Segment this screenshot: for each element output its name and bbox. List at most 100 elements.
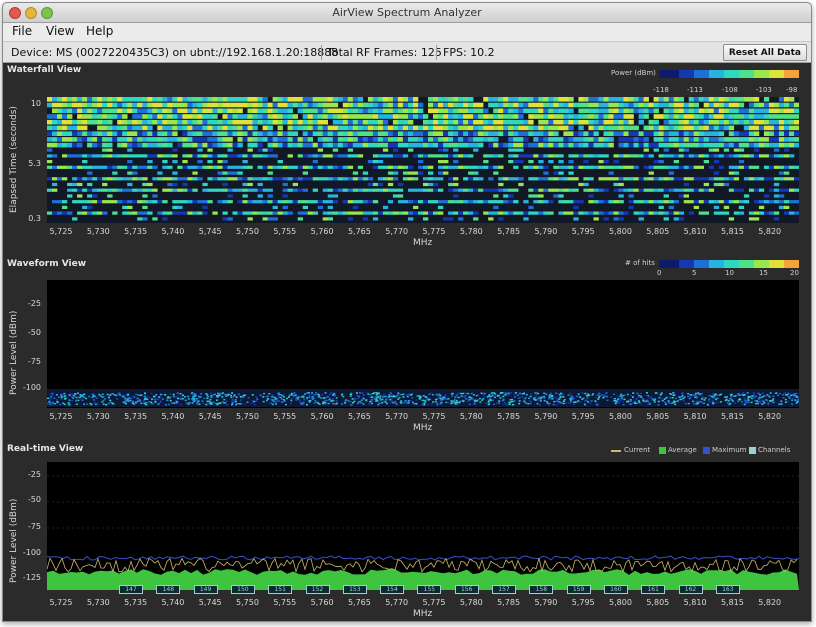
waterfall-cell [52,177,58,181]
waveform-hit [290,392,293,395]
waterfall-cell [598,211,604,215]
waterfall-cell [257,165,263,169]
waterfall-cell [453,177,459,181]
waterfall-cell [773,217,780,221]
waveform-hit [513,403,516,406]
waterfall-cell [408,165,414,169]
waveform-hit [487,401,490,404]
waterfall-cell [418,154,424,158]
waterfall-cell [773,165,780,169]
waterfall-cell [382,142,389,148]
waterfall-cell [237,154,243,158]
waterfall-cell [513,177,519,181]
waterfall-cell [453,97,459,102]
waterfall-cell [277,177,283,181]
waveform-hit [132,395,134,397]
waterfall-cell [493,125,499,131]
waterfall-cell [523,102,529,108]
reset-all-data-button[interactable]: Reset All Data [722,44,807,61]
waterfall-cell [52,119,58,125]
menu-view[interactable]: View [46,24,74,38]
waterfall-cell [182,125,188,131]
waterfall-cell [438,97,444,102]
waterfall-cell [683,177,689,181]
waveform-hit [195,398,198,400]
waterfall-cell [598,154,604,158]
waveform-hit [206,395,209,398]
waterfall-cell [107,119,113,125]
waterfall-cell [47,114,53,119]
waveform-hit [151,398,153,400]
waterfall-cell [548,200,554,204]
waterfall-cell [352,200,359,204]
waveform-hit [569,402,572,404]
waveform-hit [367,403,370,405]
waveform-hit [408,393,411,396]
waterfall-cell [408,217,414,221]
waterfall-cell [302,188,308,192]
waterfall-cell [327,177,333,181]
waterfall-plot-area[interactable] [47,97,799,223]
waterfall-cell [578,125,584,131]
waveform-hit [469,398,472,400]
waterfall-cell [147,142,153,148]
waveform-hit [51,392,54,395]
waterfall-cell [763,165,770,169]
waterfall-cell [698,142,704,148]
waterfall-cell [52,182,58,187]
waterfall-cell [513,142,519,148]
waterfall-cell [187,119,193,125]
waterfall-cell [377,97,384,102]
waveform-hit [335,400,338,402]
waterfall-cell [292,188,298,192]
waterfall-cell [172,108,178,114]
waveform-hit [72,394,75,397]
waterfall-cell [598,177,604,181]
waveform-hit [386,402,388,405]
menu-help[interactable]: Help [86,24,113,38]
channel-marker: 160 [603,585,628,594]
waveform-hit [788,397,791,399]
waterfall-cell [438,137,444,142]
waterfall-cell [463,125,469,131]
waterfall-cell [468,102,474,108]
waterfall-cell [438,211,444,215]
waterfall-cell [613,154,619,158]
waterfall-cell [67,137,73,142]
waveform-plot-area[interactable] [47,280,799,408]
waterfall-cell [703,142,709,148]
waveform-x-tick: 5,815 [720,412,744,421]
waveform-hit [679,398,682,401]
waveform-hit [266,398,269,400]
waterfall-cell [698,188,704,192]
waterfall-cell [147,97,153,102]
waterfall-cell [77,114,83,119]
waterfall-cell [453,154,459,158]
waterfall-cell [508,160,514,164]
waveform-hit [218,392,221,394]
waterfall-cell [137,97,143,102]
waterfall-cell [618,211,624,215]
waterfall-cell [87,131,93,136]
waterfall-cell [688,114,694,119]
waveform-hit [318,403,321,405]
waterfall-cell [352,154,359,158]
waterfall-cell [142,205,148,209]
waterfall-cell [508,119,514,125]
waterfall-cell [708,102,715,108]
waveform-hit [524,402,527,404]
waterfall-cell [548,188,554,192]
waterfall-cell [568,171,574,175]
menu-file[interactable]: File [12,24,32,38]
waterfall-cell [362,108,369,114]
waterfall-cell [683,188,689,192]
waterfall-cell [312,154,318,158]
waterfall-cell [408,131,414,136]
waterfall-cell [733,171,740,175]
waterfall-cell [367,125,374,131]
waterfall-cell [147,182,153,187]
realtime-plot-area[interactable] [47,462,799,590]
waveform-hit [53,397,56,399]
legend-swatch [784,70,789,78]
waterfall-cell [242,131,248,136]
